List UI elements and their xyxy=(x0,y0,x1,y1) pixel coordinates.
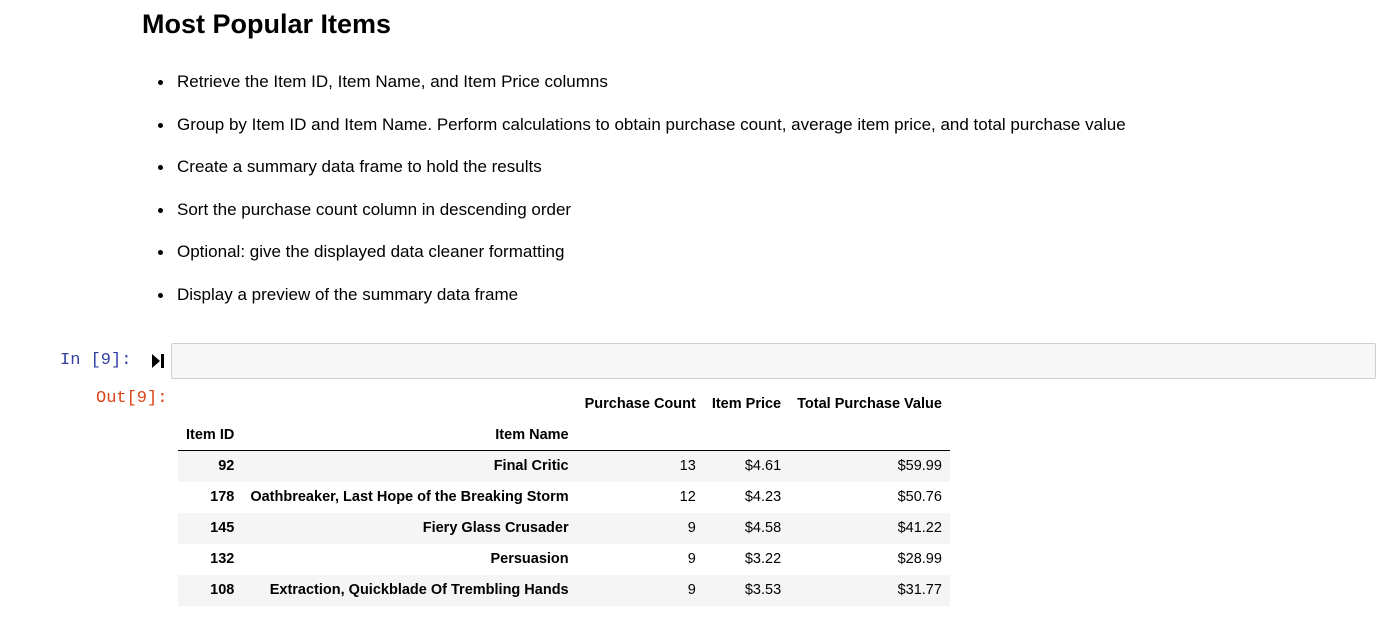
list-item: Display a preview of the summary data fr… xyxy=(142,281,1126,308)
list-item: Create a summary data frame to hold the … xyxy=(142,153,1126,180)
column-header-row: Purchase Count Item Price Total Purchase… xyxy=(178,388,950,419)
item-name-cell: Extraction, Quickblade Of Trembling Hand… xyxy=(269,582,569,598)
purchase-count-cell: 9 xyxy=(687,582,696,598)
item-name-cell: Persuasion xyxy=(490,551,569,567)
item-id-cell: 132 xyxy=(210,551,235,567)
list-item: Sort the purchase count column in descen… xyxy=(142,196,1126,223)
purchase-count-cell: 9 xyxy=(687,551,696,567)
instruction-list: Retrieve the Item ID, Item Name, and Ite… xyxy=(142,68,1126,324)
item-price-cell: $4.61 xyxy=(744,458,782,475)
index-header: Item Name xyxy=(242,419,577,451)
bullet-icon xyxy=(158,292,163,298)
item-id-cell: 145 xyxy=(210,520,235,536)
table-row: 132 Persuasion 9 $3.22 $28.99 xyxy=(178,544,950,575)
list-item-text: Retrieve the Item ID, Item Name, and Ite… xyxy=(177,72,608,91)
bullet-icon xyxy=(158,250,163,256)
item-name-cell: Oathbreaker, Last Hope of the Breaking S… xyxy=(250,489,569,505)
purchase-count-cell: 12 xyxy=(679,489,696,505)
list-item: Group by Item ID and Item Name. Perform … xyxy=(142,111,1126,138)
list-item-text: Optional: give the displayed data cleane… xyxy=(177,242,565,262)
blank-header-cell xyxy=(789,419,950,451)
run-cell-icon[interactable] xyxy=(151,353,165,369)
item-id-cell: 108 xyxy=(210,582,235,598)
output-prompt: Out[9]: xyxy=(96,389,168,408)
blank-header-cell xyxy=(703,419,790,451)
table-row: 92 Final Critic 13 $4.61 $59.99 xyxy=(178,450,950,482)
column-header: Total Purchase Value xyxy=(797,395,942,412)
table-row: 145 Fiery Glass Crusader 9 $4.58 $41.22 xyxy=(178,512,950,544)
blank-header-cell xyxy=(576,419,704,451)
index-header: Item ID xyxy=(178,419,243,451)
purchase-count-cell: 9 xyxy=(687,520,696,536)
item-price-cell: $3.22 xyxy=(744,551,782,567)
total-value-cell: $59.99 xyxy=(897,458,942,475)
item-price-cell: $3.53 xyxy=(744,582,782,598)
summary-dataframe: Purchase Count Item Price Total Purchase… xyxy=(178,388,950,606)
item-price-cell: $4.58 xyxy=(744,520,782,536)
total-value-cell: $31.77 xyxy=(897,582,942,598)
blank-header-cell xyxy=(178,388,242,419)
input-prompt: In [9]: xyxy=(60,351,132,370)
list-item: Optional: give the displayed data cleane… xyxy=(142,238,1126,265)
table-row: 108 Extraction, Quickblade Of Trembling … xyxy=(178,574,950,606)
index-header-row: Item ID Item Name xyxy=(178,419,950,451)
bullet-icon xyxy=(158,122,163,128)
code-input-area[interactable] xyxy=(171,343,1376,379)
item-id-cell: 178 xyxy=(210,489,235,505)
item-id-cell: 92 xyxy=(218,458,235,475)
item-name-cell: Fiery Glass Crusader xyxy=(422,520,569,536)
bullet-icon xyxy=(158,165,163,171)
list-item: Retrieve the Item ID, Item Name, and Ite… xyxy=(142,68,1126,95)
column-header: Item Price xyxy=(711,395,782,412)
total-value-cell: $50.76 xyxy=(897,489,942,505)
list-item-text: Group by Item ID and Item Name. Perform … xyxy=(177,114,1126,134)
total-value-cell: $41.22 xyxy=(897,520,942,536)
blank-header-cell xyxy=(242,388,576,419)
list-item-text: Sort the purchase count column in descen… xyxy=(177,199,572,219)
bullet-icon xyxy=(158,80,163,85)
table-row: 178 Oathbreaker, Last Hope of the Breaki… xyxy=(178,482,950,513)
item-price-cell: $4.23 xyxy=(744,489,782,505)
bullet-icon xyxy=(158,207,163,213)
section-heading: Most Popular Items xyxy=(142,9,392,39)
item-name-cell: Final Critic xyxy=(493,458,569,475)
list-item-text: Create a summary data frame to hold the … xyxy=(177,157,542,177)
purchase-count-cell: 13 xyxy=(679,458,696,475)
total-value-cell: $28.99 xyxy=(897,551,942,567)
column-header: Purchase Count xyxy=(584,395,696,412)
list-item-text: Display a preview of the summary data fr… xyxy=(177,284,519,304)
